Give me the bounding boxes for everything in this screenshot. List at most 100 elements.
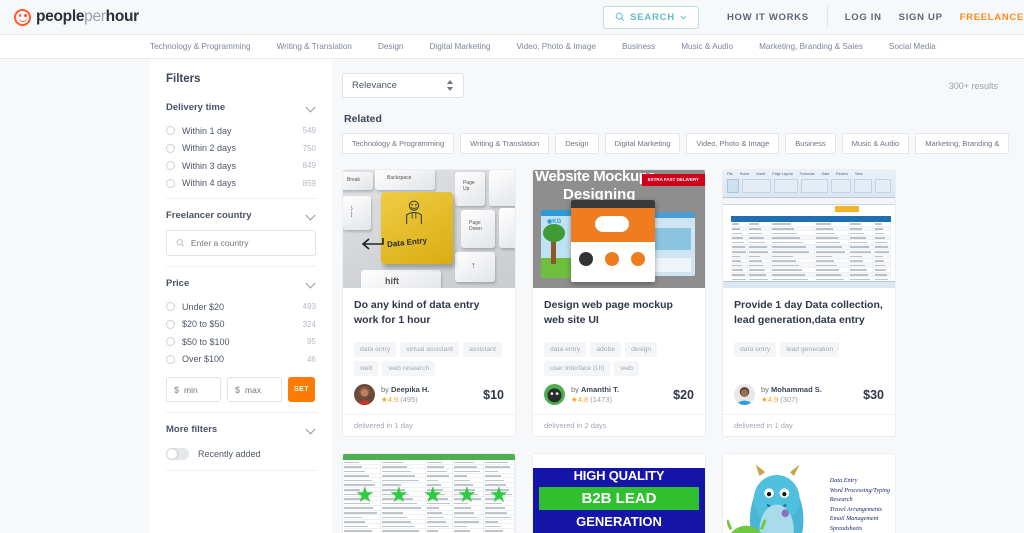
price-min-box[interactable]: $ xyxy=(166,377,221,402)
filter-option-within-4-days[interactable]: Within 4 days 859 xyxy=(166,175,316,193)
freelancer-country-header[interactable]: Freelancer country xyxy=(166,210,316,221)
offer-tag[interactable]: web xyxy=(354,361,379,376)
offer-thumbnail[interactable]: File Home Insert Page Layout Formulas Data Rev… xyxy=(723,170,895,288)
seller-name-value[interactable]: Deepika H. xyxy=(391,385,429,394)
related-chip[interactable]: Music & Audio xyxy=(841,133,910,154)
category-nav-item[interactable]: Design xyxy=(378,42,404,51)
sheet-cell xyxy=(426,510,454,515)
filter-option-over-100[interactable]: Over $100 46 xyxy=(166,351,316,369)
thumb-heading-2: GENERATION xyxy=(576,514,662,529)
avatar[interactable] xyxy=(734,384,755,405)
star-icon: ★ xyxy=(389,482,409,507)
chevron-down-icon xyxy=(307,425,316,434)
logo[interactable]: peopleperhour xyxy=(0,8,139,26)
seller-name-value[interactable]: Mohammad S. xyxy=(771,385,822,394)
filter-option-under-20[interactable]: Under $20 493 xyxy=(166,298,316,316)
offer-card[interactable]: HIGH QUALITY B2B LEAD GENERATION Targete… xyxy=(532,453,706,533)
category-nav-item[interactable]: Social Media xyxy=(889,42,936,51)
radio-icon[interactable] xyxy=(166,161,175,171)
related-chip[interactable]: Writing & Translation xyxy=(460,133,550,154)
offer-card[interactable]: Break Backspace Page Up }] Page Down ↑ h… xyxy=(342,169,516,437)
price-max-box[interactable]: $ xyxy=(227,377,282,402)
price-max-input[interactable] xyxy=(245,384,274,395)
filter-option-within-3-days[interactable]: Within 3 days 849 xyxy=(166,157,316,175)
related-chip[interactable]: Business xyxy=(785,133,836,154)
how-it-works-link[interactable]: HOW IT WORKS xyxy=(709,6,828,28)
offer-thumbnail[interactable]: ★ ★ ★ ★ ★ xyxy=(343,454,515,533)
offer-tag[interactable]: data entry xyxy=(354,342,397,357)
sign-up-link[interactable]: SIGN UP xyxy=(882,12,943,23)
log-in-link[interactable]: LOG IN xyxy=(828,12,882,23)
radio-icon[interactable] xyxy=(166,143,175,153)
offer-tag[interactable]: user interface (UI) xyxy=(544,361,611,376)
offer-tag[interactable]: lead generation xyxy=(780,342,840,357)
excel-cell xyxy=(848,249,874,254)
radio-icon[interactable] xyxy=(166,126,175,136)
related-chip[interactable]: Design xyxy=(555,133,599,154)
filter-option-within-1-day[interactable]: Within 1 day 549 xyxy=(166,122,316,140)
radio-icon[interactable] xyxy=(166,354,175,364)
excel-cell xyxy=(748,231,772,235)
freelance-link[interactable]: FREELANCE xyxy=(943,12,1024,23)
offer-tag[interactable]: web research xyxy=(382,361,436,376)
excel-cell xyxy=(848,231,874,235)
radio-icon[interactable] xyxy=(166,319,175,329)
offer-card[interactable]: Website Mockups Designing EXTRA FAST DEL… xyxy=(532,169,706,437)
offer-tag[interactable]: data entry xyxy=(734,342,777,357)
category-nav-item[interactable]: Business xyxy=(622,42,655,51)
offer-thumbnail[interactable]: Website Mockups Designing EXTRA FAST DEL… xyxy=(533,170,705,288)
chevron-down-icon xyxy=(307,103,316,112)
filter-option-50-to-100[interactable]: $50 to $100 95 xyxy=(166,333,316,351)
offer-card[interactable]: File Home Insert Page Layout Formulas Data Rev… xyxy=(722,169,896,437)
offer-tag[interactable]: design xyxy=(625,342,658,357)
related-chip[interactable]: Technology & Programming xyxy=(342,133,455,154)
category-nav-item[interactable]: Technology & Programming xyxy=(150,42,251,51)
offer-thumbnail[interactable]: HIGH QUALITY B2B LEAD GENERATION Targete… xyxy=(533,454,705,533)
offer-tag[interactable]: adobe xyxy=(590,342,622,357)
country-search-box[interactable] xyxy=(166,230,316,256)
related-chip[interactable]: Digital Marketing xyxy=(604,133,681,154)
radio-icon[interactable] xyxy=(166,337,175,347)
category-nav-item[interactable]: Video, Photo & Image xyxy=(516,42,596,51)
avatar[interactable] xyxy=(354,384,375,405)
radio-icon[interactable] xyxy=(166,178,175,188)
related-chip[interactable]: Video, Photo & Image xyxy=(686,133,780,154)
category-nav-item[interactable]: Writing & Translation xyxy=(277,42,352,51)
offer-card-body: Provide 1 day Data collection, lead gene… xyxy=(723,288,895,414)
search-results-main: Relevance 300+ results Related Technolog… xyxy=(332,59,1024,533)
offer-tag[interactable]: virtual assistant xyxy=(400,342,460,357)
seller-info: by Deepika H. ★4.9 (495) xyxy=(381,385,429,404)
country-input[interactable] xyxy=(190,238,306,248)
website-mockups-image: Website Mockups Designing EXTRA FAST DEL… xyxy=(533,170,705,288)
delivery-time-header[interactable]: Delivery time xyxy=(166,102,316,113)
excel-cell xyxy=(748,240,772,244)
filter-option-20-to-50[interactable]: $20 to $50 324 xyxy=(166,316,316,334)
price-min-input[interactable] xyxy=(184,384,213,395)
offer-title[interactable]: Provide 1 day Data collection, lead gene… xyxy=(734,298,884,328)
seller-name-value[interactable]: Amanthi T. xyxy=(581,385,619,394)
sort-select[interactable]: Relevance xyxy=(342,73,464,98)
offer-thumbnail[interactable]: Data Entry Word Processing/Typing Resear… xyxy=(723,454,895,533)
more-filters-header[interactable]: More filters xyxy=(166,424,316,435)
filter-option-within-2-days[interactable]: Within 2 days 750 xyxy=(166,140,316,158)
recently-added-toggle[interactable] xyxy=(166,448,189,460)
offer-tag[interactable]: assistant xyxy=(463,342,502,357)
category-nav-item[interactable]: Music & Audio xyxy=(681,42,733,51)
radio-icon[interactable] xyxy=(166,302,175,312)
offer-card[interactable]: Data Entry Word Processing/Typing Resear… xyxy=(722,453,896,533)
avatar[interactable] xyxy=(544,384,565,405)
category-nav-item[interactable]: Marketing, Branding & Sales xyxy=(759,42,863,51)
search-button[interactable]: SEARCH xyxy=(603,5,699,29)
offer-tag[interactable]: data entry xyxy=(544,342,587,357)
price-header[interactable]: Price xyxy=(166,278,316,289)
set-price-button[interactable]: SET xyxy=(288,377,315,402)
recently-added-row[interactable]: Recently added xyxy=(166,444,316,464)
category-nav-item[interactable]: Digital Marketing xyxy=(429,42,490,51)
excel-cell xyxy=(814,235,849,240)
related-chip[interactable]: Marketing, Branding & xyxy=(915,133,1010,154)
offer-title[interactable]: Do any kind of data entry work for 1 hou… xyxy=(354,298,504,328)
offer-card[interactable]: ★ ★ ★ ★ ★ xyxy=(342,453,516,533)
offer-title[interactable]: Design web page mockup web site UI xyxy=(544,298,694,328)
offer-thumbnail[interactable]: Break Backspace Page Up }] Page Down ↑ h… xyxy=(343,170,515,288)
offer-tag[interactable]: web xyxy=(614,361,639,376)
